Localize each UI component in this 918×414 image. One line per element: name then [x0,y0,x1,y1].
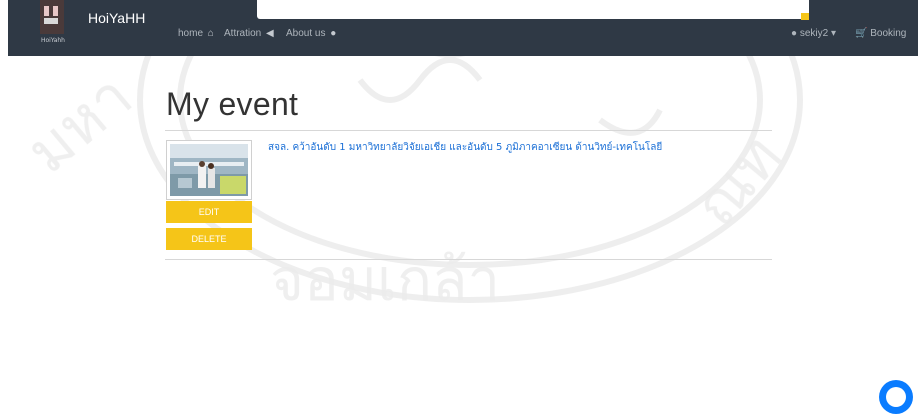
svg-text:ณท: ณท [681,122,796,240]
nav-home[interactable]: home ⌂ [178,28,214,39]
search-button[interactable] [801,13,809,20]
caret-down-icon: ▾ [830,28,836,39]
delete-button[interactable]: DELETE [166,228,252,250]
brand-name[interactable]: HoiYaHH [88,10,145,26]
event-title-link[interactable]: สจล. คว้าอันดับ 1 มหาวิทยาลัยวิจัยเอเชีย… [268,141,668,154]
cart-icon: 🛒 [855,28,868,39]
home-icon: ⌂ [207,28,214,39]
search-input[interactable] [257,0,809,19]
page-title: My event [166,86,299,122]
info-icon: ● [330,28,337,39]
nav-about-label: About us [286,28,326,39]
svg-text:จอมเกล้า: จอมเกล้า [270,246,500,314]
divider-bottom [165,259,772,260]
brand-sub: HoiYahh [41,37,65,44]
watermark-seal: จอมเกล้า มหา ณท [14,0,803,314]
brand-logo[interactable] [40,0,64,34]
event-thumbnail[interactable] [166,140,252,200]
nav-home-label: home [178,28,204,39]
megaphone-icon: ◀ [266,28,274,39]
svg-text:มหา: มหา [14,61,145,187]
nav-attraction[interactable]: Attration ◀ [224,28,274,39]
event-photo [170,144,248,196]
user-name: sekiy2 [799,28,829,39]
user-menu[interactable]: ● sekiy2 ▾ [791,28,836,39]
user-icon: ● [791,28,798,39]
nav-about[interactable]: About us ● [286,28,336,39]
messenger-icon [886,387,906,407]
divider-top [165,130,772,131]
nav-booking[interactable]: 🛒 Booking [855,28,906,39]
edit-button[interactable]: EDIT [166,201,252,223]
nav-attraction-label: Attration [224,28,262,39]
messenger-chat-button[interactable] [879,380,913,414]
nav-booking-label: Booking [870,28,907,39]
